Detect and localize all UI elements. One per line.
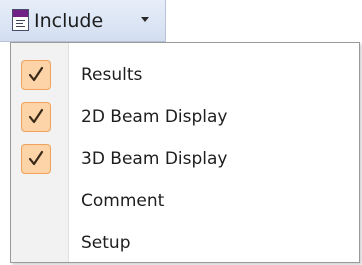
menu-item-3d-beam-display[interactable]: 3D Beam Display [11, 139, 359, 179]
report-icon [12, 9, 29, 31]
menu-item-label: 3D Beam Display [81, 149, 228, 169]
menu-item-label: Setup [81, 233, 131, 253]
menu-item-setup[interactable]: Setup [11, 223, 359, 263]
include-button-label: Include [34, 10, 104, 32]
menu-item-2d-beam-display[interactable]: 2D Beam Display [11, 97, 359, 137]
include-dropdown-widget: Include Results 2D Beam Display 3D Beam … [0, 0, 362, 265]
include-menu: Results 2D Beam Display 3D Beam Display … [10, 42, 360, 263]
include-dropdown-button[interactable]: Include [0, 0, 166, 42]
menu-item-comment[interactable]: Comment [11, 181, 359, 221]
checkmark-icon [21, 144, 51, 174]
menu-item-label: Comment [81, 191, 165, 211]
checkmark-icon [21, 60, 51, 90]
menu-item-label: 2D Beam Display [81, 107, 228, 127]
menu-item-label: Results [81, 65, 143, 85]
checkmark-icon [21, 102, 51, 132]
chevron-down-icon[interactable] [141, 17, 149, 22]
menu-item-results[interactable]: Results [11, 55, 359, 95]
